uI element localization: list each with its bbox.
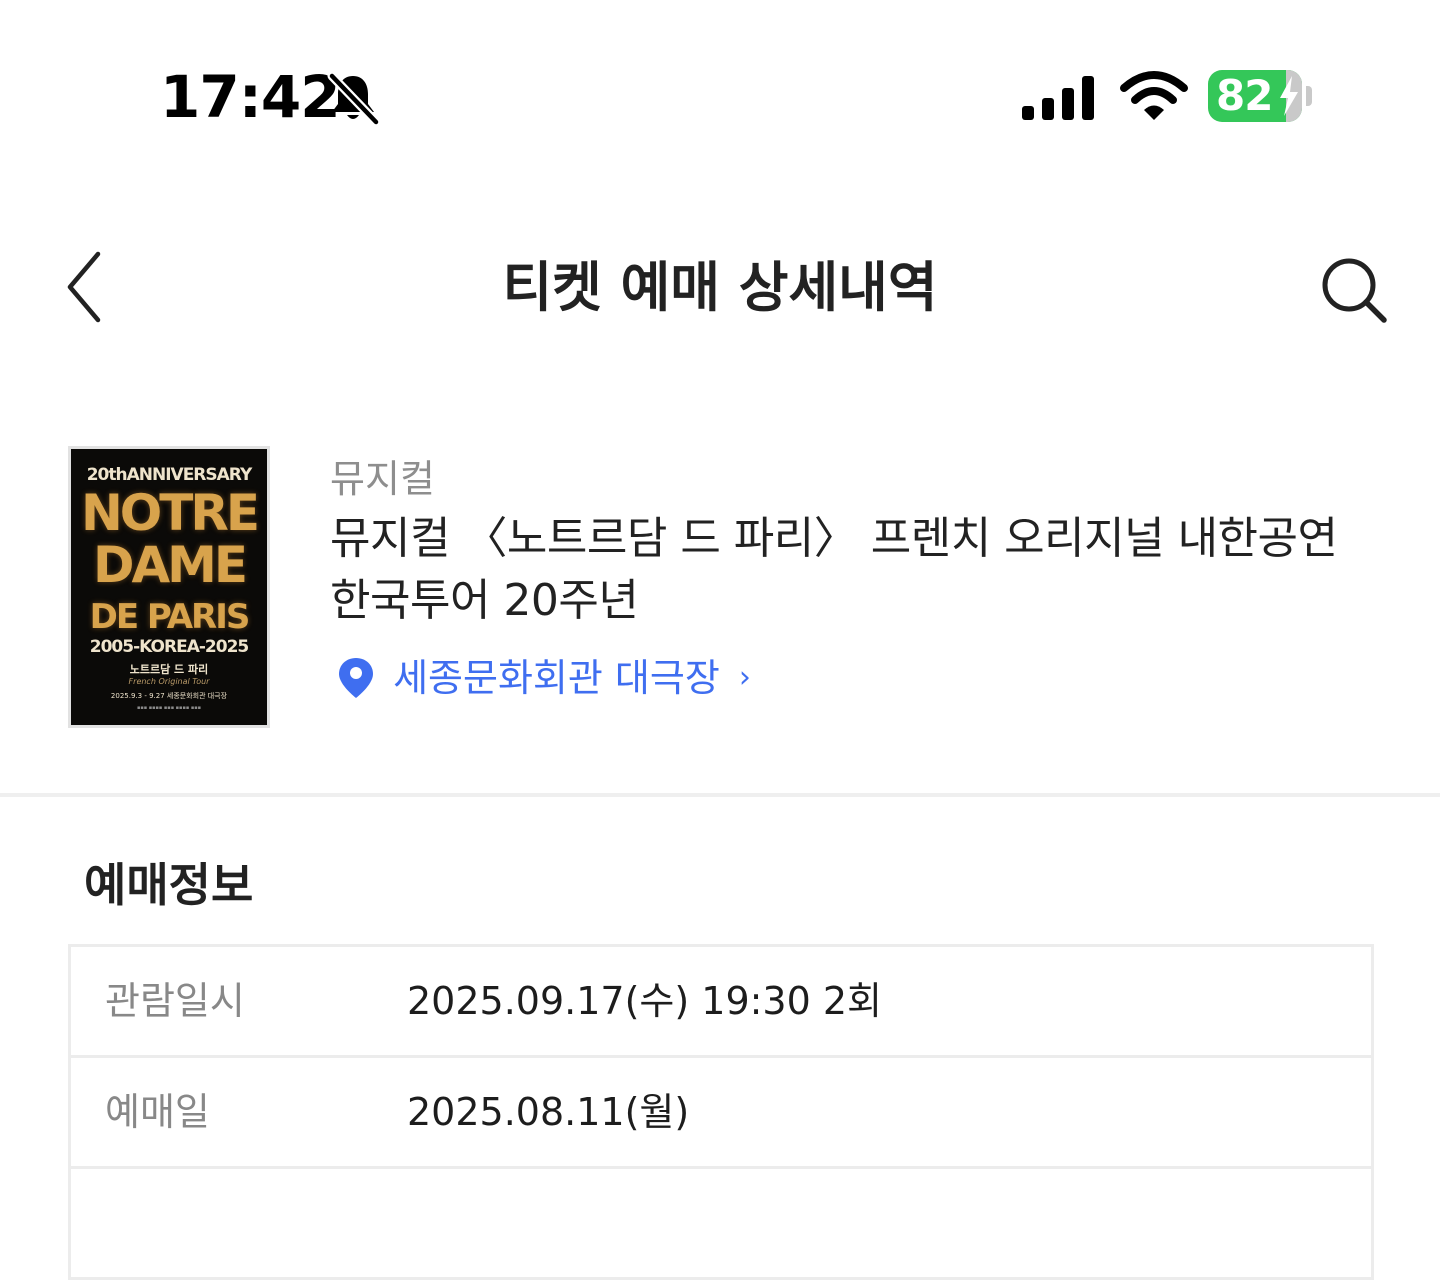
page-title: 티켓 예매 상세내역: [502, 256, 938, 319]
event-title: 뮤지컬 〈노트르담 드 파리〉 프렌치 오리지널 내한공연 한국투어 20주년: [330, 513, 1338, 626]
booking-info-table: 관람일시 2025.09.17(수) 19:30 2회 예매일 2025.08.…: [68, 944, 1374, 1280]
booking-row-booking-date: 예매일 2025.08.11(월): [71, 1058, 1371, 1169]
poster-title-line2: DAME: [92, 536, 248, 594]
event-summary: 20thANNIVERSARY NOTRE DAME DE PARIS 2005…: [0, 440, 1440, 740]
battery-indicator: 82: [1208, 70, 1302, 122]
wifi-icon: [1120, 71, 1188, 120]
event-category: 뮤지컬: [330, 457, 435, 501]
booking-info-heading: 예매정보: [84, 858, 254, 912]
cellular-signal-icon: [1022, 76, 1094, 120]
row-value: 2025.08.11(월): [407, 1090, 690, 1134]
event-poster[interactable]: 20thANNIVERSARY NOTRE DAME DE PARIS 2005…: [68, 446, 270, 728]
search-icon: [1322, 258, 1387, 323]
poster-title-line3: DE PARIS: [89, 597, 251, 637]
chevron-right-icon: ›: [738, 660, 751, 695]
booking-row-viewing-datetime: 관람일시 2025.09.17(수) 19:30 2회: [71, 947, 1371, 1058]
booking-row-partial: [71, 1169, 1371, 1280]
poster-korean-title: 노트르담 드 파리: [129, 663, 209, 676]
poster-years: 2005-KOREA-2025: [89, 637, 249, 657]
venue-link[interactable]: 세종문화회관 대극장 ›: [330, 654, 751, 704]
poster-dates: 2025.9.3 - 9.27 세종문화회관 대극장: [110, 692, 228, 700]
poster-anniversary: 20thANNIVERSARY: [86, 465, 253, 485]
status-bar: 17:42 82: [0, 0, 1440, 190]
event-info: 뮤지컬 뮤지컬 〈노트르담 드 파리〉 프렌치 오리지널 내한공연 한국투어 2…: [330, 454, 1390, 700]
row-label: 관람일시: [105, 979, 245, 1023]
section-divider: [0, 793, 1440, 797]
battery-level: 82: [1216, 71, 1273, 120]
search-button[interactable]: [1314, 250, 1394, 330]
poster-fine-print: ▪▪▪ ▪▪▪▪ ▪▪▪ ▪▪▪▪ ▪▪▪: [137, 705, 201, 711]
status-time: 17:42: [160, 63, 341, 131]
charging-bolt-icon: [1280, 76, 1298, 116]
location-pin-icon: [339, 658, 373, 698]
bell-slash-icon: [327, 71, 380, 126]
row-label: 예매일: [105, 1090, 210, 1134]
venue-name: 세종문화회관 대극장: [393, 656, 720, 700]
nav-header: 티켓 예매 상세내역: [0, 220, 1440, 360]
poster-tour: French Original Tour: [128, 677, 210, 686]
battery-cap: [1306, 86, 1312, 106]
poster-title-line1: NOTRE: [80, 484, 260, 542]
row-value: 2025.09.17(수) 19:30 2회: [407, 979, 882, 1023]
